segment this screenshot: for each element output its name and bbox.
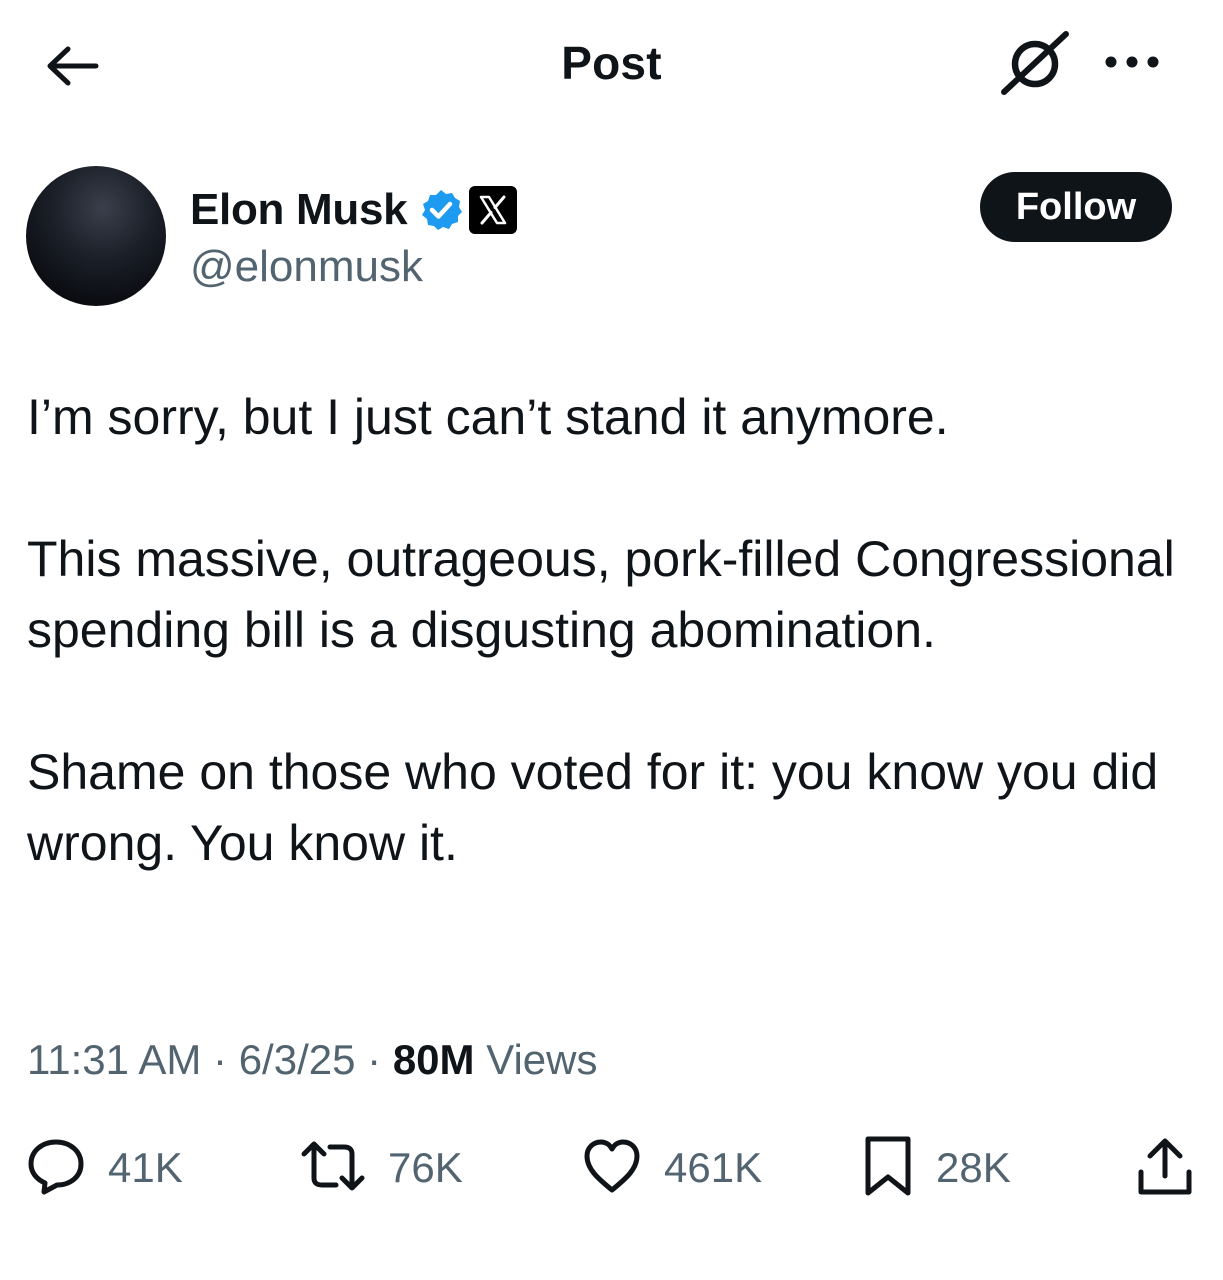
post-time[interactable]: 11:31 AM bbox=[27, 1036, 201, 1083]
x-logo-icon[interactable] bbox=[469, 186, 518, 234]
meta-separator: · bbox=[367, 1036, 382, 1083]
meta-separator: · bbox=[213, 1036, 228, 1083]
post-paragraph: Shame on those who voted for it: you kno… bbox=[27, 744, 1159, 871]
bookmark-button[interactable]: 28K bbox=[862, 1130, 1011, 1206]
share-button[interactable] bbox=[1136, 1130, 1194, 1206]
reply-count: 41K bbox=[108, 1144, 183, 1191]
reply-button[interactable]: 41K bbox=[26, 1130, 183, 1206]
user-handle[interactable]: @elonmusk bbox=[190, 242, 423, 292]
grok-button[interactable] bbox=[1000, 30, 1072, 101]
display-name[interactable]: Elon Musk bbox=[190, 185, 408, 235]
share-icon bbox=[1136, 1136, 1194, 1201]
post-paragraph: I’m sorry, but I just can’t stand it any… bbox=[27, 389, 949, 445]
repost-count: 76K bbox=[388, 1144, 463, 1191]
repost-button[interactable]: 76K bbox=[300, 1130, 463, 1206]
reply-icon bbox=[26, 1136, 86, 1201]
avatar[interactable] bbox=[26, 166, 166, 306]
post-text: I’m sorry, but I just can’t stand it any… bbox=[27, 382, 1197, 879]
follow-button[interactable]: Follow bbox=[980, 172, 1172, 242]
like-button[interactable]: 461K bbox=[582, 1130, 762, 1206]
heart-icon bbox=[582, 1138, 642, 1199]
like-count: 461K bbox=[664, 1144, 763, 1191]
bookmark-count: 28K bbox=[936, 1144, 1011, 1191]
post-date[interactable]: 6/3/25 bbox=[239, 1036, 356, 1083]
action-bar: 41K 76K 461K 28K bbox=[0, 1130, 1223, 1206]
more-dots-icon bbox=[1102, 54, 1162, 75]
repost-icon bbox=[300, 1138, 366, 1199]
top-bar: Post bbox=[0, 0, 1223, 130]
post-meta: 11:31 AM · 6/3/25 · 80M Views bbox=[27, 1036, 597, 1084]
more-button[interactable] bbox=[1096, 44, 1168, 84]
post-page: Post Elon Musk @elonmusk Follow I’m sorr… bbox=[0, 0, 1223, 1280]
views-label: Views bbox=[486, 1036, 598, 1083]
views-count[interactable]: 80M bbox=[393, 1036, 475, 1083]
name-row: Elon Musk bbox=[190, 182, 518, 238]
author-row: Elon Musk @elonmusk Follow bbox=[0, 160, 1223, 320]
post-paragraph: This massive, outrageous, pork-filled Co… bbox=[27, 531, 1175, 658]
grok-icon bbox=[1000, 30, 1072, 101]
bookmark-icon bbox=[862, 1135, 914, 1202]
verified-badge-icon bbox=[419, 188, 463, 232]
